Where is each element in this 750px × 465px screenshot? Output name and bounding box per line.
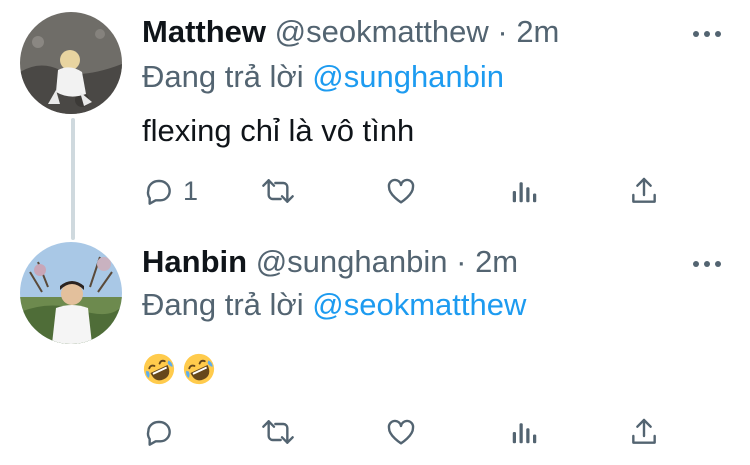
- analytics-button[interactable]: [509, 173, 539, 209]
- avatar[interactable]: [20, 12, 122, 114]
- reply-icon: [146, 420, 171, 446]
- tweet-text: flexing chỉ là vô tình: [142, 113, 415, 148]
- user-handle[interactable]: @seokmatthew: [275, 14, 489, 49]
- retweet-icon: [262, 420, 294, 444]
- mention-link[interactable]: @sunghanbin: [312, 59, 504, 94]
- reply-icon: [146, 179, 171, 205]
- like-icon: [387, 419, 415, 445]
- share-button[interactable]: [628, 173, 660, 209]
- rolling-on-floor-laughing-icon: [183, 353, 215, 384]
- tweet-header: Hanbin @sunghanbin · 2m: [142, 244, 518, 280]
- retweet-button[interactable]: [260, 173, 296, 209]
- analytics-icon: [512, 182, 537, 203]
- share-icon: [632, 418, 656, 444]
- separator-dot: ·: [497, 14, 508, 49]
- like-button[interactable]: [385, 173, 417, 209]
- retweet-button[interactable]: [260, 414, 296, 450]
- user-handle[interactable]: @sunghanbin: [256, 244, 448, 279]
- analytics-button[interactable]: [509, 414, 539, 450]
- tweet-text: [142, 349, 222, 386]
- display-name[interactable]: Hanbin: [142, 244, 247, 279]
- like-icon: [387, 178, 415, 204]
- replying-to: Đang trả lời @sunghanbin: [142, 59, 504, 95]
- reply-button[interactable]: 1: [143, 173, 198, 209]
- more-icon[interactable]: [692, 259, 722, 269]
- timestamp[interactable]: 2m: [475, 244, 518, 279]
- analytics-icon: [512, 423, 537, 444]
- reply-button[interactable]: [143, 414, 175, 450]
- separator-dot: ·: [456, 244, 467, 279]
- replying-to-label: Đang trả lời: [142, 287, 304, 322]
- share-button[interactable]: [628, 414, 660, 450]
- more-icon[interactable]: [692, 29, 722, 39]
- replying-to-label: Đang trả lời: [142, 59, 304, 94]
- tweet-hanbin[interactable]: Hanbin @sunghanbin · 2m Đang trả lời @se…: [0, 232, 750, 465]
- tweet-header: Matthew @seokmatthew · 2m: [142, 14, 559, 50]
- timestamp[interactable]: 2m: [516, 14, 559, 49]
- display-name[interactable]: Matthew: [142, 14, 266, 49]
- replying-to: Đang trả lời @seokmatthew: [142, 287, 526, 323]
- reply-count: 1: [183, 175, 199, 206]
- share-icon: [632, 177, 656, 203]
- mention-link[interactable]: @seokmatthew: [312, 287, 526, 322]
- retweet-icon: [262, 179, 294, 203]
- tweet-matthew[interactable]: Matthew @seokmatthew · 2m Đang trả lời @…: [0, 0, 750, 232]
- like-button[interactable]: [385, 414, 417, 450]
- avatar[interactable]: [20, 242, 122, 344]
- rolling-on-floor-laughing-icon: [143, 353, 175, 384]
